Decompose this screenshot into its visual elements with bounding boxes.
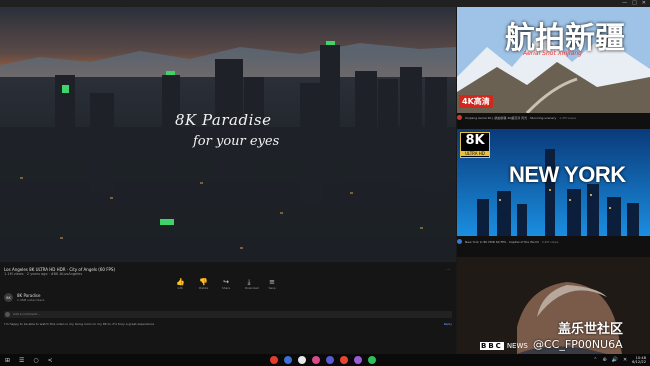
home-icon[interactable]: ○: [33, 357, 38, 364]
share-button[interactable]: ↪ Share: [222, 278, 230, 290]
badge-ultra-hd: ULTRA HD: [461, 151, 489, 156]
minimize-button[interactable]: —: [622, 0, 627, 7]
download-label: Download: [245, 286, 259, 290]
comment-text: I'm happy to be able to watch this video…: [4, 322, 155, 326]
wechat-app-icon[interactable]: [368, 356, 376, 364]
comment-placeholder: Add a comment...: [13, 312, 40, 316]
thumbs-up-icon: 👍: [176, 278, 185, 286]
video-stats: 1.1M views · 2 years ago · #8K #LosAngel…: [4, 272, 83, 276]
reply-link[interactable]: Reply: [444, 322, 452, 326]
video-player[interactable]: 8K Paradise for your eyes: [0, 7, 456, 262]
app-window: — □ ✕ 8K Paradise for your eyes Los Ange…: [0, 0, 650, 366]
thumbnail-new-york[interactable]: NEW YORK 8K ULTRA HD: [457, 129, 650, 236]
comment-item: I'm happy to be able to watch this video…: [4, 322, 452, 326]
video-title: Xinjiang Aerial 4K | 航拍新疆 4K超高清 风光 · Stu…: [465, 115, 557, 120]
thumbnail-subtitle: Aerial Shot Xinjiang: [523, 50, 582, 57]
share-label: Share: [222, 286, 231, 290]
camera-app-icon[interactable]: [340, 356, 348, 364]
news-label: NEWS: [506, 342, 528, 350]
channel-avatar[interactable]: 8K: [4, 293, 13, 302]
like-button[interactable]: 👍 12K: [176, 278, 185, 290]
more-options-icon[interactable]: ⋯: [446, 267, 450, 272]
thumbnail-title: NEW YORK: [509, 162, 626, 187]
share-icon: ↪: [223, 278, 229, 286]
video-actions: 👍 12K 👎 Dislike ↪ Share ⤓ Download ≡ Sav…: [176, 278, 276, 290]
chrome-app-icon[interactable]: [298, 356, 306, 364]
volume-icon[interactable]: 🔊: [612, 357, 618, 363]
clock-date: 6/12/22: [632, 360, 646, 364]
network-icon[interactable]: ⊕: [603, 357, 607, 363]
save-label: Save: [268, 286, 276, 290]
recommendations-sidebar: 航拍新疆 Aerial Shot Xinjiang 4K高清 Xinjiang …: [457, 7, 650, 354]
youtube-app-icon[interactable]: [270, 356, 278, 364]
video-overlay-subtitle: for your eyes: [193, 134, 280, 149]
video-details: Los Angeles 8K ULTRA HD HDR · City of An…: [0, 262, 456, 354]
dislike-button[interactable]: 👎 Dislike: [199, 278, 209, 290]
card-meta: New York in 8K HDR 60 FPS · Capital of t…: [457, 239, 650, 244]
resolution-badge: 8K ULTRA HD: [460, 132, 490, 158]
store-app-icon[interactable]: [354, 356, 362, 364]
recents-icon[interactable]: ☰: [19, 357, 24, 364]
comment-input[interactable]: Add a comment...: [4, 311, 452, 318]
internet-app-icon[interactable]: [326, 356, 334, 364]
download-button[interactable]: ⤓ Download: [245, 278, 259, 290]
download-icon: ⤓: [247, 278, 251, 286]
gallery-app-icon[interactable]: [312, 356, 320, 364]
apps-grid-icon[interactable]: ⊞: [5, 357, 10, 364]
user-avatar: [5, 312, 10, 317]
watermark-community: 盖乐世社区: [558, 322, 624, 337]
like-count: 12K: [177, 286, 183, 290]
back-icon[interactable]: <: [48, 357, 53, 364]
video-title: New York in 8K HDR 60 FPS · Capital of t…: [465, 239, 539, 244]
dislike-label: Dislike: [199, 286, 209, 290]
card-meta: Xinjiang Aerial 4K | 航拍新疆 4K超高清 风光 · Stu…: [457, 115, 650, 120]
bbc-logo: BBC NEWS: [480, 342, 528, 350]
badge-8k: 8K: [465, 133, 485, 148]
save-button[interactable]: ≡ Save: [268, 278, 276, 290]
view-count: 3.4M views: [541, 239, 559, 244]
subscriber-count: 1.36M subscribers: [17, 298, 45, 302]
thumbs-down-icon: 👎: [199, 278, 208, 286]
video-overlay-title: 8K Paradise: [175, 111, 272, 129]
window-controls: — □ ✕: [622, 0, 646, 7]
messages-app-icon[interactable]: [284, 356, 292, 364]
channel-info[interactable]: 8K 8K Paradise 1.36M subscribers: [4, 293, 44, 302]
nav-buttons: ⊞ ☰ ○ <: [5, 354, 53, 366]
system-tray: ⌃ ⊕ 🔊 ✕ 10:48 6/12/22: [593, 354, 646, 366]
channel-avatar: [457, 239, 462, 244]
pinned-apps: [270, 356, 376, 364]
view-count: 1.2M views: [559, 115, 577, 120]
maximize-button[interactable]: □: [632, 0, 637, 7]
title-bar: — □ ✕: [0, 0, 650, 7]
taskbar: ⊞ ☰ ○ < ⌃ ⊕ 🔊 ✕ 10:48 6/12/22: [0, 354, 650, 366]
save-icon: ≡: [269, 278, 275, 286]
recommended-video-new-york[interactable]: NEW YORK 8K ULTRA HD New York in 8K HDR …: [457, 129, 650, 253]
chevron-up-icon[interactable]: ⌃: [593, 357, 597, 363]
channel-avatar: [457, 115, 462, 120]
watermark-handle: @CC_FP00NU6A: [533, 338, 623, 351]
clock[interactable]: 10:48 6/12/22: [632, 356, 646, 364]
recommended-video-xinjiang[interactable]: 航拍新疆 Aerial Shot Xinjiang 4K高清 Xinjiang …: [457, 7, 650, 125]
close-icon[interactable]: ✕: [623, 357, 627, 363]
quality-badge: 4K高清: [459, 95, 493, 108]
thumbnail-xinjiang[interactable]: 航拍新疆 Aerial Shot Xinjiang 4K高清: [457, 7, 650, 113]
bbc-logo-text: BBC: [480, 342, 504, 350]
close-button[interactable]: ✕: [642, 0, 646, 7]
